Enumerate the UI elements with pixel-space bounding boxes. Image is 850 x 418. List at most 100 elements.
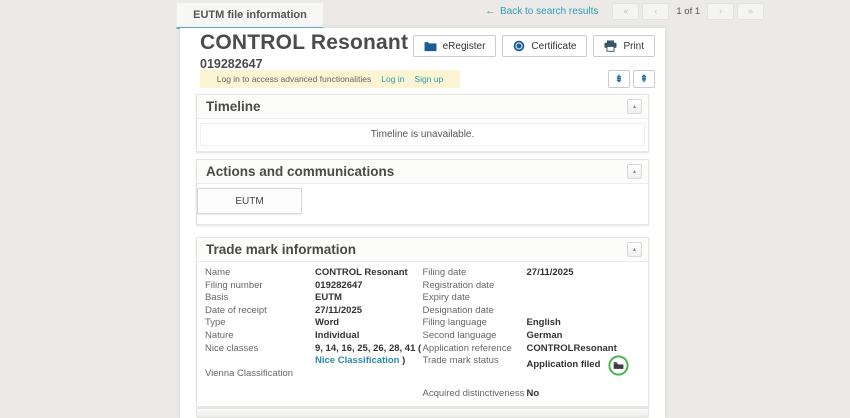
field-label: Filing date	[423, 267, 527, 280]
application-number: 019282647	[200, 57, 408, 71]
trademark-details-right-column: Filing date27/11/2025Registration dateEx…	[423, 267, 641, 401]
field-value: CONTROL Resonant	[315, 267, 423, 280]
nice-classification-link[interactable]: Nice Classification	[315, 355, 399, 366]
field-value: Application filed	[527, 355, 641, 376]
field-value: 019282647	[315, 280, 423, 293]
login-prompt-bar: Log in to access advanced functionalitie…	[200, 70, 460, 88]
trademark-field-row: Designation date	[423, 305, 641, 318]
results-navigation: ← Back to search results « ‹ 1 of 1 › »	[485, 3, 767, 19]
back-arrow-icon: ←	[485, 5, 496, 17]
field-label: Trade mark status	[423, 355, 527, 368]
print-button[interactable]: Print	[593, 35, 655, 57]
field-label: Filing language	[423, 317, 527, 330]
trademark-field-row: Nice classes9, 14, 16, 25, 26, 28, 41 ( …	[205, 343, 423, 368]
field-label: Registration date	[423, 280, 527, 293]
field-label: Basis	[205, 292, 315, 305]
field-value: CONTROLResonant	[527, 343, 641, 356]
field-value: No	[527, 388, 641, 401]
trademark-field-row: Application referenceCONTROLResonant	[423, 343, 641, 356]
field-label: Vienna Classification	[205, 368, 315, 381]
expand-all-button[interactable]: ⇞	[633, 70, 655, 88]
trademark-field-row: Registration date	[423, 280, 641, 293]
trademark-field-row: Filing languageEnglish	[423, 317, 641, 330]
tab-eutm-file-information[interactable]: EUTM file information	[176, 2, 324, 29]
trademark-field-row: Filing number019282647	[205, 280, 423, 293]
actions-header: Actions and communications ▴	[197, 160, 648, 184]
trademark-field-row: Trade mark statusApplication filed	[423, 355, 641, 376]
timeline-section: Timeline ▴ Timeline is unavailable.	[196, 94, 649, 152]
field-value: English	[527, 317, 641, 330]
trademark-collapse-button[interactable]: ▴	[627, 242, 642, 257]
field-label: Nice classes	[205, 343, 315, 356]
field-label: Name	[205, 267, 315, 280]
certificate-button[interactable]: Certificate	[502, 35, 587, 57]
expand-collapse-controls: ⇟ ⇞	[605, 70, 655, 88]
tab-label: EUTM file information	[193, 9, 307, 21]
field-value: German	[527, 330, 641, 343]
trademark-field-row: Acquired distinctivenessNo	[423, 388, 641, 401]
eutm-file-information-page: EUTM file information ← Back to search r…	[0, 0, 850, 418]
actions-title: Actions and communications	[206, 164, 627, 179]
timeline-title: Timeline	[206, 99, 627, 114]
trademark-field-row: Expiry date	[423, 292, 641, 305]
actions-eutm-tab[interactable]: EUTM	[197, 188, 302, 214]
trademark-information-section: Trade mark information ▴ NameCONTROL Res…	[196, 237, 649, 407]
field-value: 9, 14, 16, 25, 26, 28, 41 ( Nice Classif…	[315, 343, 423, 368]
field-label: Type	[205, 317, 315, 330]
field-value: Individual	[315, 330, 423, 343]
certificate-icon	[513, 40, 525, 52]
actions-communications-section: Actions and communications ▴ EUTM	[196, 159, 649, 225]
next-result-button[interactable]: ›	[707, 3, 734, 20]
collapse-all-button[interactable]: ⇟	[608, 70, 630, 88]
field-value: EUTM	[315, 292, 423, 305]
trademark-field-row: NameCONTROL Resonant	[205, 267, 423, 280]
collapse-icon: ▴	[633, 103, 636, 110]
timeline-collapse-button[interactable]: ▴	[627, 99, 642, 114]
trademark-field-row: Date of receipt27/11/2025	[205, 305, 423, 318]
field-label: Date of receipt	[205, 305, 315, 318]
trademark-title-heading: Trade mark information	[206, 242, 627, 257]
last-result-button[interactable]: »	[737, 3, 764, 20]
field-value: Word	[315, 317, 423, 330]
login-link[interactable]: Log in	[381, 74, 404, 84]
application-filed-status-icon	[608, 355, 629, 376]
previous-result-button[interactable]: ‹	[642, 3, 669, 20]
first-result-button[interactable]: «	[612, 3, 639, 20]
field-value: 27/11/2025	[315, 305, 423, 318]
trademark-title: CONTROL Resonant	[200, 31, 408, 55]
collapse-icon: ▴	[633, 246, 636, 253]
action-buttons: eRegister Certificate Print	[407, 35, 655, 57]
field-value: 27/11/2025	[527, 267, 641, 280]
trademark-field-row: Filing date27/11/2025	[423, 267, 641, 280]
expand-all-icon: ⇞	[640, 74, 648, 85]
timeline-header: Timeline ▴	[197, 95, 648, 119]
trademark-details-left-column: NameCONTROL ResonantFiling number0192826…	[205, 267, 423, 401]
trademark-field-row: NatureIndividual	[205, 330, 423, 343]
eregister-label: eRegister	[443, 41, 486, 52]
trademark-field-row: Second languageGerman	[423, 330, 641, 343]
field-label: Application reference	[423, 343, 527, 356]
trademark-field-row: BasisEUTM	[205, 292, 423, 305]
field-label: Nature	[205, 330, 315, 343]
next-section-header-partial[interactable]	[196, 408, 649, 418]
printer-icon	[604, 40, 617, 52]
field-label: Expiry date	[423, 292, 527, 305]
trademark-details: NameCONTROL ResonantFiling number0192826…	[197, 262, 648, 401]
trademark-field-row: Vienna Classification	[205, 368, 423, 381]
actions-collapse-button[interactable]: ▴	[627, 164, 642, 179]
trademark-header: Trade mark information ▴	[197, 238, 648, 262]
field-label: Second language	[423, 330, 527, 343]
collapse-icon: ▴	[633, 168, 636, 175]
signup-link[interactable]: Sign up	[414, 74, 443, 84]
print-label: Print	[623, 41, 644, 52]
timeline-empty-message: Timeline is unavailable.	[200, 123, 645, 146]
field-label: Filing number	[205, 280, 315, 293]
field-label: Acquired distinctiveness	[423, 388, 527, 401]
main-content: CONTROL Resonant 019282647 eRegister Cer…	[180, 28, 665, 418]
back-link-label: Back to search results	[500, 6, 598, 17]
login-message: Log in to access advanced functionalitie…	[217, 74, 372, 84]
eregister-button[interactable]: eRegister	[413, 35, 497, 57]
back-to-search-results-link[interactable]: ← Back to search results	[485, 5, 598, 17]
title-block: CONTROL Resonant 019282647	[200, 31, 408, 71]
result-counter: 1 of 1	[676, 6, 700, 17]
